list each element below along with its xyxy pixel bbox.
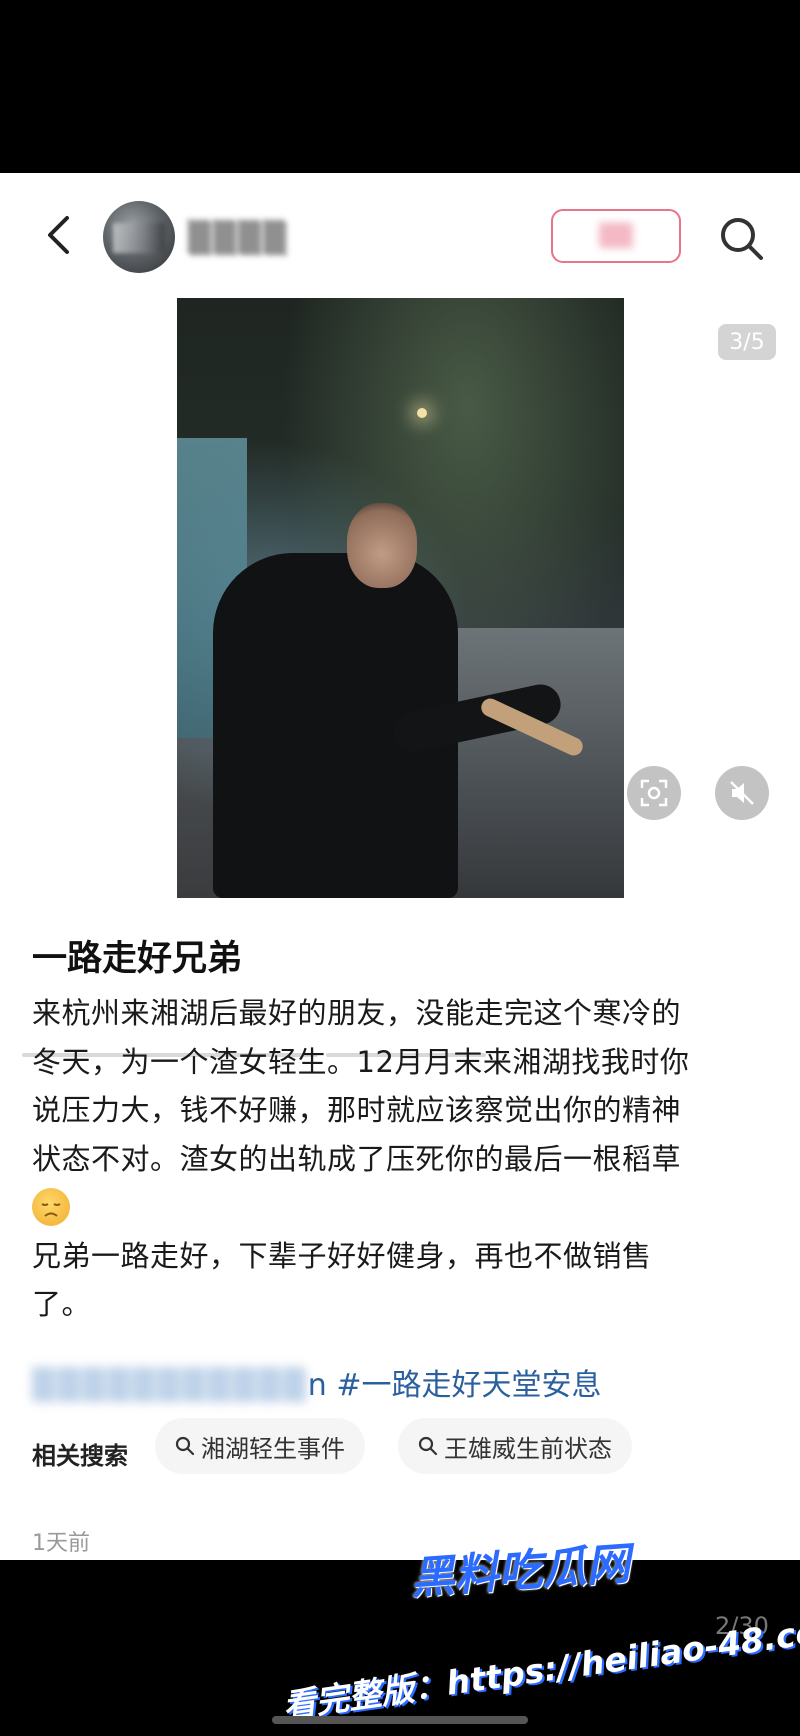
post-time: 1天前 <box>32 1531 90 1556</box>
related-search-chip[interactable]: 王雄威生前状态 <box>398 1418 632 1474</box>
mention-link[interactable]: ▒▒▒▒▒▒▒▒▒▒▒ <box>32 1368 308 1403</box>
scan-button[interactable] <box>627 766 681 820</box>
search-icon <box>418 1436 438 1456</box>
hashtag-link[interactable]: #一路走好天堂安息 <box>336 1368 601 1403</box>
related-search-label: 相关搜索 <box>32 1442 128 1470</box>
tag-line: ▒▒▒▒▒▒▒▒▒▒▒n #一路走好天堂安息 <box>32 1360 602 1404</box>
body-line: 兄弟一路走好，下辈子好好健身，再也不做销售 <box>32 1238 652 1273</box>
image-counter: 3/5 <box>718 324 776 360</box>
body-line: 来杭州来湘湖后最好的朋友，没能走完这个寒冷的 <box>32 996 682 1030</box>
home-indicator[interactable] <box>272 1716 528 1724</box>
top-black-bar <box>0 0 800 173</box>
body-line: 状态不对。渣女的出轨成了压死你的最后一根稻草 <box>32 1141 682 1176</box>
post-photo[interactable] <box>177 298 624 898</box>
related-search-chip[interactable]: 湘湖轻生事件 <box>155 1418 365 1474</box>
follow-button[interactable]: ▒▒ <box>551 209 681 263</box>
back-button[interactable] <box>38 215 78 255</box>
post-body: 来杭州来湘湖后最好的朋友，没能走完这个寒冷的 冬天，为一个渣女轻生。12月月末来… <box>32 989 772 1329</box>
chip-label: 王雄威生前状态 <box>444 1434 612 1463</box>
body-line: 了。 <box>32 1287 92 1321</box>
post-title: 一路走好兄弟 <box>32 939 243 979</box>
avatar[interactable] <box>103 201 175 273</box>
photo-head <box>347 503 417 588</box>
scan-icon <box>640 779 668 807</box>
back-arrow-icon <box>48 216 69 254</box>
search-icon <box>175 1436 195 1456</box>
body-line: 说压力大，钱不好赚，那时就应该察觉出你的精神 <box>32 1093 682 1127</box>
post-header: ▒▒▒▒ ▒▒ <box>0 173 800 298</box>
mention-tail[interactable]: n <box>308 1368 327 1403</box>
search-icon <box>721 218 763 260</box>
username[interactable]: ▒▒▒▒ <box>188 221 288 256</box>
post-sheet: ▒▒▒▒ ▒▒ 3/5 一路走好兄弟 来杭州来湘湖后最好的朋友，没能走完这个寒冷… <box>0 173 800 1560</box>
emoji-line <box>32 1183 772 1232</box>
search-button[interactable] <box>716 213 766 263</box>
chip-label: 湘湖轻生事件 <box>201 1434 345 1463</box>
follow-label: ▒▒ <box>599 223 633 249</box>
mute-icon <box>730 781 754 805</box>
mute-button[interactable] <box>715 766 769 820</box>
body-line: 冬天，为一个渣女轻生。12月月末来湘湖找我时你 <box>32 1044 690 1079</box>
emoji-disappointed-icon <box>32 1188 70 1227</box>
photo-light <box>417 408 427 418</box>
